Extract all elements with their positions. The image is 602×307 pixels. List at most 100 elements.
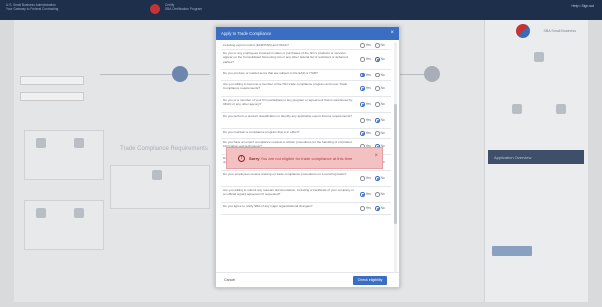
yes-option[interactable]: Yes (360, 72, 371, 78)
yes-option[interactable]: Yes (360, 102, 371, 107)
question-row: Do you perform a product classification … (221, 113, 391, 129)
account-links[interactable]: Help • Sign out (572, 4, 595, 8)
yes-label: Yes (365, 118, 371, 123)
check-eligibility-button[interactable]: Check eligibility (353, 276, 387, 285)
top-bar: U.S. Small Business Administration Your … (0, 0, 602, 20)
question-text: Do you agree to notify SBA of any major … (223, 204, 313, 208)
yes-radio[interactable] (360, 57, 365, 62)
no-label: No (380, 43, 385, 48)
close-icon[interactable]: × (390, 30, 394, 36)
question-row: Do you agree to notify SBA of any major … (221, 203, 391, 215)
warning-icon (74, 138, 84, 148)
left-field-1[interactable] (20, 76, 84, 85)
question-row: Are you willing to become a member of th… (221, 81, 391, 97)
brand-name: SBA Small Business (543, 29, 576, 33)
modal-footer: Cancel Check eligibility (216, 272, 399, 287)
yes-label: Yes (365, 57, 371, 62)
error-icon: ! (238, 155, 245, 162)
shield-icon (74, 208, 84, 218)
no-label: No (380, 176, 385, 181)
no-radio[interactable] (375, 118, 380, 123)
no-radio[interactable] (375, 57, 380, 62)
no-label: No (380, 206, 385, 211)
no-label: No (380, 131, 385, 136)
no-option[interactable]: No (375, 176, 385, 181)
folder-icon (152, 170, 162, 180)
no-label: No (380, 102, 385, 107)
question-text: including export control (EAR/ITAR) and … (223, 43, 289, 47)
yes-option[interactable]: Yes (360, 192, 371, 197)
no-option[interactable]: No (375, 118, 385, 123)
calendar-icon (512, 104, 522, 114)
side-panel-button[interactable] (492, 246, 532, 256)
yes-option[interactable]: Yes (360, 176, 371, 181)
left-field-2[interactable] (20, 92, 84, 101)
question-text: Do you perform a product classification … (223, 114, 352, 118)
yes-radio[interactable] (360, 192, 365, 197)
alert-title: Sorry (249, 156, 260, 162)
yes-label: Yes (365, 176, 371, 181)
alert-message: Sorry You are not eligible for trade com… (249, 156, 352, 161)
no-option[interactable]: No (375, 43, 385, 48)
question-row: including export control (EAR/ITAR) and … (221, 42, 391, 50)
question-text: Do you or any employees involved in sale… (223, 51, 348, 64)
yes-option[interactable]: Yes (360, 86, 371, 91)
yes-label: Yes (365, 72, 371, 77)
yes-radio[interactable] (360, 176, 365, 181)
no-label: No (380, 86, 385, 91)
no-option[interactable]: No (375, 57, 385, 62)
question-row: Do your employees receive training on tr… (221, 171, 391, 187)
no-radio[interactable] (375, 176, 380, 181)
close-icon[interactable]: × (374, 153, 378, 159)
no-radio[interactable] (375, 131, 380, 136)
yes-radio[interactable] (360, 72, 365, 78)
step-connector (100, 74, 210, 75)
scrollbar-thumb[interactable] (394, 104, 397, 224)
yes-radio[interactable] (360, 43, 365, 48)
no-radio[interactable] (375, 86, 380, 91)
cancel-button[interactable]: Cancel (224, 278, 235, 282)
question-text: Are you willing to become a member of th… (223, 82, 348, 91)
document-icon (36, 138, 46, 148)
modal-title: Apply to Trade Compliance (221, 31, 272, 36)
app-subtitle: SBA Certification Program (165, 7, 203, 11)
no-radio[interactable] (375, 192, 380, 197)
yes-option[interactable]: Yes (360, 57, 371, 62)
no-option[interactable]: No (375, 72, 385, 78)
chat-icon (534, 52, 544, 62)
no-option[interactable]: No (375, 192, 385, 197)
yes-label: Yes (365, 102, 371, 107)
yes-option[interactable]: Yes (360, 131, 371, 136)
question-row: Do you produce or market items that are … (221, 70, 391, 81)
no-option[interactable]: No (375, 131, 385, 136)
yes-label: Yes (365, 131, 371, 136)
agency-brand[interactable]: U.S. Small Business Administration Your … (6, 3, 96, 11)
question-row: Do you maintain a compliance program tha… (221, 129, 391, 139)
yes-radio[interactable] (360, 86, 365, 91)
yes-label: Yes (365, 86, 371, 91)
question-text: Do your employees receive training on tr… (223, 172, 347, 176)
no-label: No (380, 192, 385, 197)
no-option[interactable]: No (375, 206, 385, 211)
brand-logo-icon (516, 24, 530, 38)
yes-option[interactable]: Yes (360, 118, 371, 123)
yes-option[interactable]: Yes (360, 43, 371, 48)
no-option[interactable]: No (375, 102, 385, 107)
no-radio[interactable] (375, 72, 380, 78)
error-alert: ! Sorry You are not eligible for trade c… (226, 147, 383, 169)
yes-option[interactable]: Yes (360, 206, 371, 211)
yes-radio[interactable] (360, 102, 365, 107)
no-radio[interactable] (375, 102, 380, 107)
yes-radio[interactable] (360, 131, 365, 136)
no-radio[interactable] (375, 206, 380, 211)
yes-label: Yes (365, 43, 371, 48)
no-option[interactable]: No (375, 86, 385, 91)
no-radio[interactable] (375, 43, 380, 48)
modal-scrollbar[interactable] (394, 42, 397, 278)
logo-icon (150, 4, 160, 14)
yes-radio[interactable] (360, 206, 365, 211)
side-panel-header: Application Overview (488, 150, 584, 164)
question-text: Do you produce or market items that are … (223, 71, 318, 75)
yes-radio[interactable] (360, 118, 365, 123)
no-label: No (380, 118, 385, 123)
